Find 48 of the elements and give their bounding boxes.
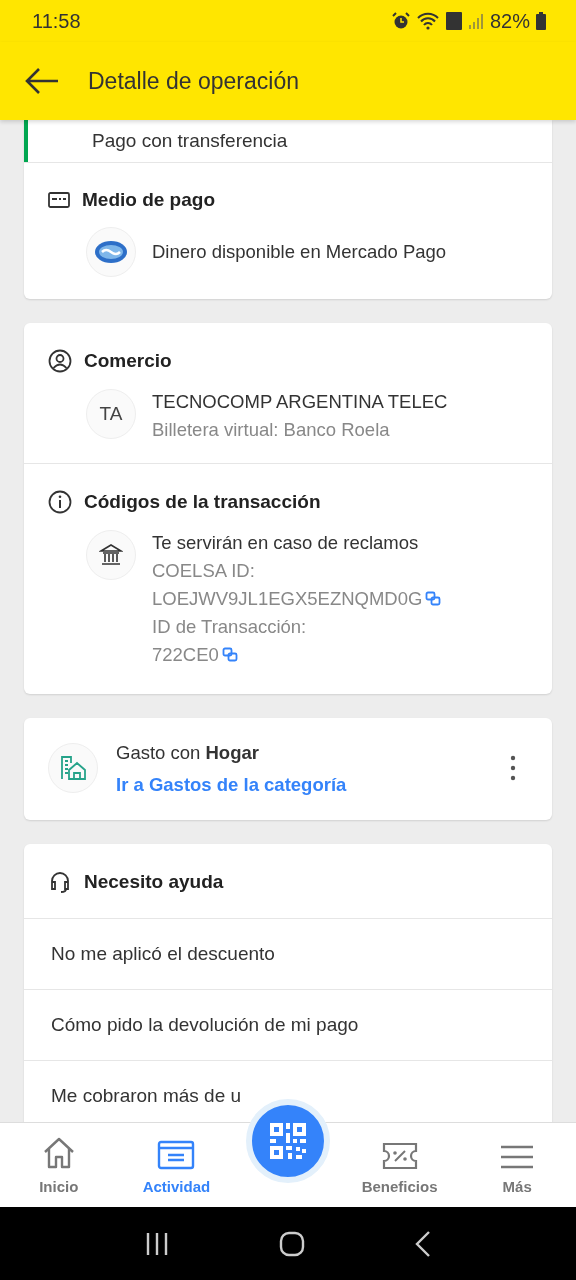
qr-code-icon <box>268 1121 308 1161</box>
alarm-icon <box>391 12 410 30</box>
section-title: Necesito ayuda <box>84 871 224 893</box>
code-label: ID de Transacción: <box>152 616 308 638</box>
merchant-subtitle: Billetera virtual: Banco Roela <box>152 419 391 441</box>
wallet-logo-icon <box>86 227 136 277</box>
wifi-icon <box>415 12 440 30</box>
menu-icon <box>500 1144 535 1170</box>
volte-icon <box>445 12 462 30</box>
section-title: Comercio <box>84 350 172 372</box>
more-options-icon[interactable] <box>508 754 518 782</box>
activity-icon <box>157 1140 196 1170</box>
merchant-name: TECNOCOMP ARGENTINA TELEC <box>152 391 448 413</box>
nav-tab[interactable]: Más <box>458 1123 576 1207</box>
nav-tab[interactable]: Inicio <box>0 1123 118 1207</box>
status-time: 11:58 <box>32 9 82 33</box>
category-link[interactable]: Ir a Gastos de la categoría <box>116 774 490 796</box>
info-icon <box>48 490 72 514</box>
user-icon <box>48 349 72 373</box>
signal-icon <box>467 12 484 30</box>
category-text: Gasto con Hogar <box>116 742 260 764</box>
section-title: Códigos de la transacción <box>84 491 321 513</box>
recent-apps-icon[interactable] <box>145 1231 169 1256</box>
bank-icon <box>86 530 136 580</box>
merchant-avatar: TA <box>86 389 136 439</box>
back-icon[interactable] <box>415 1230 431 1257</box>
home-button-icon[interactable] <box>279 1230 305 1257</box>
headset-icon <box>48 870 72 894</box>
battery-level: 82% <box>489 9 530 33</box>
screen-title: Detalle de operación <box>88 67 299 95</box>
help-option[interactable]: Me cobraron más de u <box>51 1085 242 1107</box>
help-option[interactable]: Cómo pido la devolución de mi pago <box>51 1014 359 1036</box>
payment-source-text: Dinero disponible en Mercado Pago <box>152 241 447 263</box>
code-label: COELSA ID: <box>152 560 256 582</box>
battery-icon <box>536 12 546 30</box>
nav-tab[interactable]: Actividad <box>117 1123 236 1207</box>
code-value: LOEJWV9JL1EGX5EZNQMD0G <box>152 588 423 610</box>
code-value: 722CE0 <box>152 644 219 666</box>
nav-tab[interactable]: Beneficios <box>340 1123 459 1207</box>
section-title: Medio de pago <box>82 189 215 211</box>
ticket-percent-icon <box>381 1142 418 1170</box>
payment-method-text: Pago con transferencia <box>92 130 288 152</box>
copy-icon[interactable] <box>221 647 238 663</box>
copy-icon[interactable] <box>425 591 442 607</box>
help-option[interactable]: No me aplicó el descuento <box>51 943 275 965</box>
card-icon <box>48 192 70 208</box>
codes-intro: Te servirán en caso de reclamos <box>152 532 420 554</box>
building-house-icon <box>48 743 98 793</box>
